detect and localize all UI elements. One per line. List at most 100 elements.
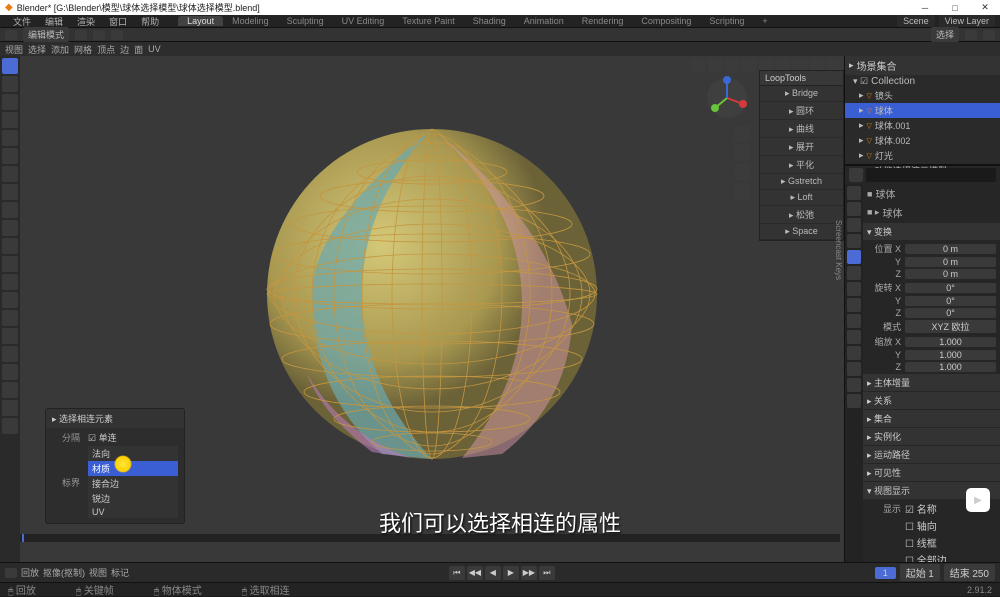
props-tab-icon-7[interactable]	[847, 298, 861, 312]
annotate-tool-icon[interactable]	[2, 166, 18, 182]
disp-name-check[interactable]: ☑ 名称	[905, 501, 937, 516]
viewmenu-视图[interactable]: 视图	[5, 43, 23, 56]
knife-tool-icon[interactable]	[2, 292, 18, 308]
nav-gizmo[interactable]	[705, 76, 750, 121]
bevel-tool-icon[interactable]	[2, 256, 18, 272]
viewmenu-顶点[interactable]: 顶点	[97, 43, 115, 56]
add-cube-tool-icon[interactable]	[2, 202, 18, 218]
tab-Animation[interactable]: Animation	[515, 16, 573, 26]
close-button[interactable]: ✕	[970, 0, 1000, 15]
props-tab-icon-11[interactable]	[847, 362, 861, 376]
viewmenu-UV[interactable]: UV	[148, 44, 161, 54]
looptools-松弛[interactable]: ▸ 松弛	[760, 206, 843, 224]
play-reverse-button[interactable]: ◀	[485, 566, 501, 580]
start-frame-field[interactable]: 起始 1	[900, 564, 940, 581]
transform-header[interactable]: ▾ 变换	[863, 223, 1000, 240]
select-tool-icon[interactable]	[2, 58, 18, 74]
pos-y-field[interactable]: 0 m	[905, 257, 996, 267]
rotate-tool-icon[interactable]	[2, 112, 18, 128]
jump-end-button[interactable]: ⏭	[539, 566, 555, 580]
loopcut-tool-icon[interactable]	[2, 274, 18, 290]
end-frame-field[interactable]: 结束 250	[944, 564, 995, 581]
playback-menu[interactable]: 回放	[21, 566, 39, 579]
section-header[interactable]: ▸ 关系	[863, 392, 1000, 409]
looptools-Space[interactable]: ▸ Space	[760, 224, 843, 240]
tab-Texture Paint[interactable]: Texture Paint	[393, 16, 464, 26]
menu-渲染[interactable]: 渲染	[70, 15, 102, 28]
marker-menu[interactable]: 标记	[111, 566, 129, 579]
prev-key-button[interactable]: ◀◀	[467, 566, 483, 580]
props-tab-icon-12[interactable]	[847, 378, 861, 392]
pos-z-field[interactable]: 0 m	[905, 269, 996, 279]
shrink-tool-icon[interactable]	[2, 382, 18, 398]
looptools-曲线[interactable]: ▸ 曲线	[760, 120, 843, 138]
viewmenu-边[interactable]: 边	[120, 43, 129, 56]
props-tab-icon-0[interactable]	[847, 186, 861, 200]
poly-tool-icon[interactable]	[2, 310, 18, 326]
section-header[interactable]: ▸ 集合	[863, 410, 1000, 427]
props-tab-icon-10[interactable]	[847, 346, 861, 360]
perspective-icon[interactable]	[734, 183, 750, 199]
viewmenu-面[interactable]: 面	[134, 43, 143, 56]
shear-tool-icon[interactable]	[2, 400, 18, 416]
next-key-button[interactable]: ▶▶	[521, 566, 537, 580]
smooth-tool-icon[interactable]	[2, 346, 18, 362]
viewlayer-selector[interactable]: View Layer	[939, 15, 995, 27]
section-header[interactable]: ▸ 实例化	[863, 428, 1000, 445]
props-icon[interactable]	[849, 168, 863, 182]
search-input[interactable]	[866, 168, 996, 182]
rotation-mode-field[interactable]: XYZ 欧拉	[905, 320, 996, 333]
delimit-option-法向[interactable]: 法向	[88, 446, 178, 461]
scale-x-field[interactable]: 1.000	[905, 337, 996, 347]
transform-tool-icon[interactable]	[2, 148, 18, 164]
looptools-Loft[interactable]: ▸ Loft	[760, 190, 843, 206]
select-global[interactable]: 选择	[931, 27, 959, 42]
outliner-item[interactable]: ▸ ▽ 球体.002	[845, 133, 1000, 148]
rot-x-field[interactable]: 0°	[905, 283, 996, 293]
spin-tool-icon[interactable]	[2, 328, 18, 344]
timeline-editor-icon[interactable]	[5, 568, 17, 578]
menu-窗口[interactable]: 窗口	[102, 15, 134, 28]
proportional-icon[interactable]	[983, 30, 995, 40]
outliner-item[interactable]: ▸ ▽ 球体	[845, 103, 1000, 118]
sp-checkbox-seam[interactable]: ☑ 单连	[88, 431, 117, 444]
outliner-item[interactable]: ▸ ▽ 灯光	[845, 148, 1000, 163]
select-panel-header[interactable]: ▸ 选择相连元素	[46, 409, 184, 428]
props-tab-icon-2[interactable]	[847, 218, 861, 232]
tab-UV Editing[interactable]: UV Editing	[333, 16, 394, 26]
zoom-icon[interactable]	[734, 126, 750, 142]
overlays-icon[interactable]	[742, 59, 756, 73]
viewmenu-添加[interactable]: 添加	[51, 43, 69, 56]
tab-Shading[interactable]: Shading	[464, 16, 515, 26]
playhead[interactable]	[22, 534, 24, 542]
delimit-option-材质[interactable]: 材质	[88, 461, 178, 476]
breadcrumb[interactable]: ■ 球体	[863, 184, 1000, 203]
props-tab-icon-8[interactable]	[847, 314, 861, 328]
measure-tool-icon[interactable]	[2, 184, 18, 200]
jump-start-button[interactable]: ⏮	[449, 566, 465, 580]
snap-vh-icon[interactable]	[725, 59, 739, 73]
section-header[interactable]: ▸ 运动路径	[863, 446, 1000, 463]
slide-tool-icon[interactable]	[2, 364, 18, 380]
props-tab-icon-3[interactable]	[847, 234, 861, 248]
delimit-option-锐边[interactable]: 锐边	[88, 491, 178, 506]
extrude-tool-icon[interactable]	[2, 220, 18, 236]
viewport[interactable]: LoopTools ▸ Bridge▸ 圆环▸ 曲线▸ 展开▸ 平化▸ Gstr…	[20, 56, 844, 562]
keying-menu[interactable]: 抠像(抠制)	[43, 566, 85, 579]
scale-y-field[interactable]: 1.000	[905, 350, 996, 360]
view-menu[interactable]: 视图	[89, 566, 107, 579]
pan-icon[interactable]	[734, 145, 750, 161]
pos-x-field[interactable]: 0 m	[905, 244, 996, 254]
looptools-header[interactable]: LoopTools	[760, 71, 843, 86]
looptools-展开[interactable]: ▸ 展开	[760, 138, 843, 156]
props-tab-icon-9[interactable]	[847, 330, 861, 344]
minimize-button[interactable]: ─	[910, 0, 940, 15]
sphere-mesh[interactable]	[262, 124, 602, 464]
tab-Scripting[interactable]: Scripting	[700, 16, 753, 26]
tab-Modeling[interactable]: Modeling	[223, 16, 278, 26]
cursor-icon[interactable]	[5, 30, 17, 40]
mode-button[interactable]: 编辑模式	[23, 27, 69, 42]
props-tab-icon-5[interactable]	[847, 266, 861, 280]
looptools-圆环[interactable]: ▸ 圆环	[760, 102, 843, 120]
delta-header[interactable]: ▸ 主体增量	[863, 374, 1000, 391]
